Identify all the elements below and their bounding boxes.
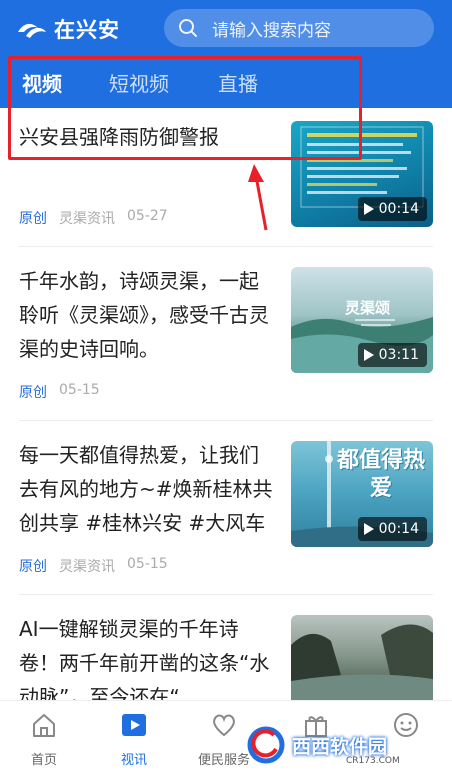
logo-icon [18,23,46,38]
thumbnail-title: 都值得热爱 [336,448,425,501]
watermark-logo-icon [247,726,285,764]
thumbnail-title: 灵渠颂 [345,299,391,317]
app-logo: 在兴安 [16,14,120,44]
original-tag: 原创 [19,559,47,575]
tab-video[interactable]: 视频 [22,68,62,97]
original-tag: 原创 [19,211,47,227]
category-tabs: 视频 短视频 直播 [0,60,452,104]
service-icon [213,714,235,737]
watermark-subtext: CR173.COM [346,756,400,766]
item-title: 千年水韵，诗颂灵渠，一起聆听《灵渠颂》，感受千古灵渠的史诗回响。 [19,269,269,361]
play-icon [363,203,374,215]
tab-short-video[interactable]: 短视频 [109,68,169,97]
nav-home[interactable]: 首页 [4,701,84,775]
item-date: 05-27 [127,208,168,224]
video-duration: 00:14 [357,197,427,221]
play-icon [363,523,374,535]
nav-home-label: 首页 [30,753,57,768]
search-icon [179,19,197,37]
watermark: 西西软件园 CR173.COM [246,720,446,770]
nav-video-label: 视讯 [120,753,147,768]
video-thumbnail[interactable]: 都值得热爱 00:14 [291,441,433,547]
item-title: 每一天都值得热爱，让我们去有风的地方~#焕新桂林共创共享 #桂林兴安 #大风车 [19,443,273,535]
play-icon [363,349,374,361]
item-date: 05-15 [59,382,100,398]
video-thumbnail[interactable]: 00:14 [291,121,433,227]
list-item[interactable]: 兴安县强降雨防御警报 原创 灵渠资讯 05-27 00:14 [0,108,452,246]
search-placeholder: 请输入搜索内容 [212,20,331,41]
item-meta: 原创 05-15 [19,382,100,402]
home-icon [33,714,55,737]
app-header: 在兴安 请输入搜索内容 视频 短视频 直播 [0,0,452,108]
original-tag: 原创 [19,385,47,401]
nav-video[interactable]: 视讯 [94,701,174,775]
video-duration: 03:11 [357,343,427,367]
list-item[interactable]: AI一键解锁灵渠的千年诗卷！两千年前开凿的这条“水动脉”，至今还在“… [0,595,452,715]
search-input[interactable]: 请输入搜索内容 [164,9,434,47]
item-meta: 原创 灵渠资讯 05-27 [19,208,168,228]
video-thumbnail[interactable]: 灵渠颂 03:11 [291,267,433,373]
tab-live[interactable]: 直播 [218,68,258,97]
item-date: 05-15 [127,556,168,572]
list-item[interactable]: 千年水韵，诗颂灵渠，一起聆听《灵渠颂》，感受千古灵渠的史诗回响。 原创 05-1… [0,247,452,420]
item-title: AI一键解锁灵渠的千年诗卷！两千年前开凿的这条“水动脉”，至今还在“… [19,617,270,709]
list-item[interactable]: 每一天都值得热爱，让我们去有风的地方~#焕新桂林共创共享 #桂林兴安 #大风车 … [0,421,452,594]
app-name: 在兴安 [54,18,120,42]
video-duration: 00:14 [357,517,427,541]
video-thumbnail[interactable] [291,615,433,709]
watermark-text: 西西软件园 [292,735,388,758]
video-icon [122,714,146,736]
item-meta: 原创 灵渠资讯 05-15 [19,556,168,576]
item-source: 灵渠资讯 [59,559,115,575]
item-source: 灵渠资讯 [59,211,115,227]
thumbnail-image [291,624,433,709]
item-title: 兴安县强降雨防御警报 [19,125,219,149]
